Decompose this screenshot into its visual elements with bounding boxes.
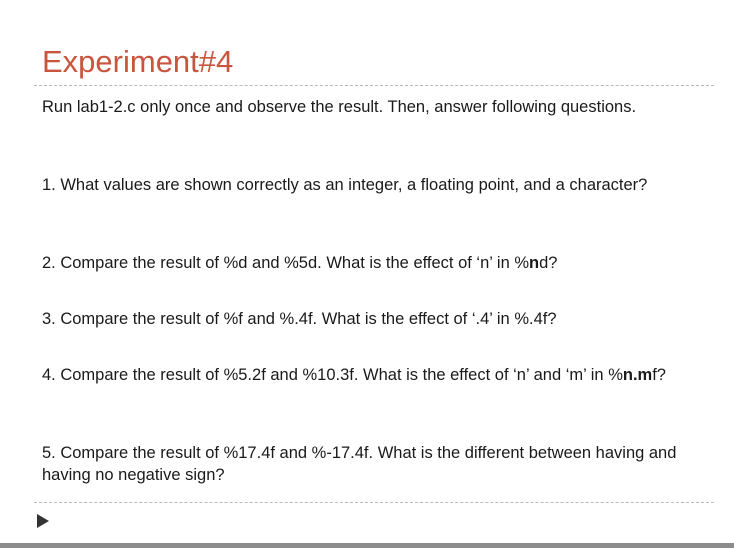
intro-text: Run lab1-2.c only once and observe the r… [42, 98, 637, 116]
question-2: 2. Compare the result of %d and %5d. Wha… [42, 252, 682, 274]
slide: Experiment#4 Run lab1-2.c only once and … [0, 0, 734, 548]
bottom-bar [0, 543, 734, 548]
question-4-text: 4. Compare the result of %5.2f and %10.3… [42, 366, 623, 384]
question-3: 3. Compare the result of %f and %.4f. Wh… [42, 310, 557, 328]
question-5: 5. Compare the result of %17.4f and %-17… [42, 444, 677, 484]
question-4-end: f? [652, 366, 666, 384]
question-2-text: 2. Compare the result of %d and %5d. Wha… [42, 254, 530, 272]
question-4: 4. Compare the result of %5.2f and %10.3… [42, 364, 682, 386]
footer-divider [34, 502, 714, 503]
question-2-end: d? [539, 254, 558, 272]
question-1: 1. What values are shown correctly as an… [42, 176, 648, 194]
question-4-bold: n.m [622, 366, 653, 384]
question-2-bold: n [529, 254, 540, 272]
title-divider [34, 85, 714, 86]
slide-title: Experiment#4 [42, 44, 234, 79]
play-arrow-icon[interactable] [37, 514, 49, 528]
